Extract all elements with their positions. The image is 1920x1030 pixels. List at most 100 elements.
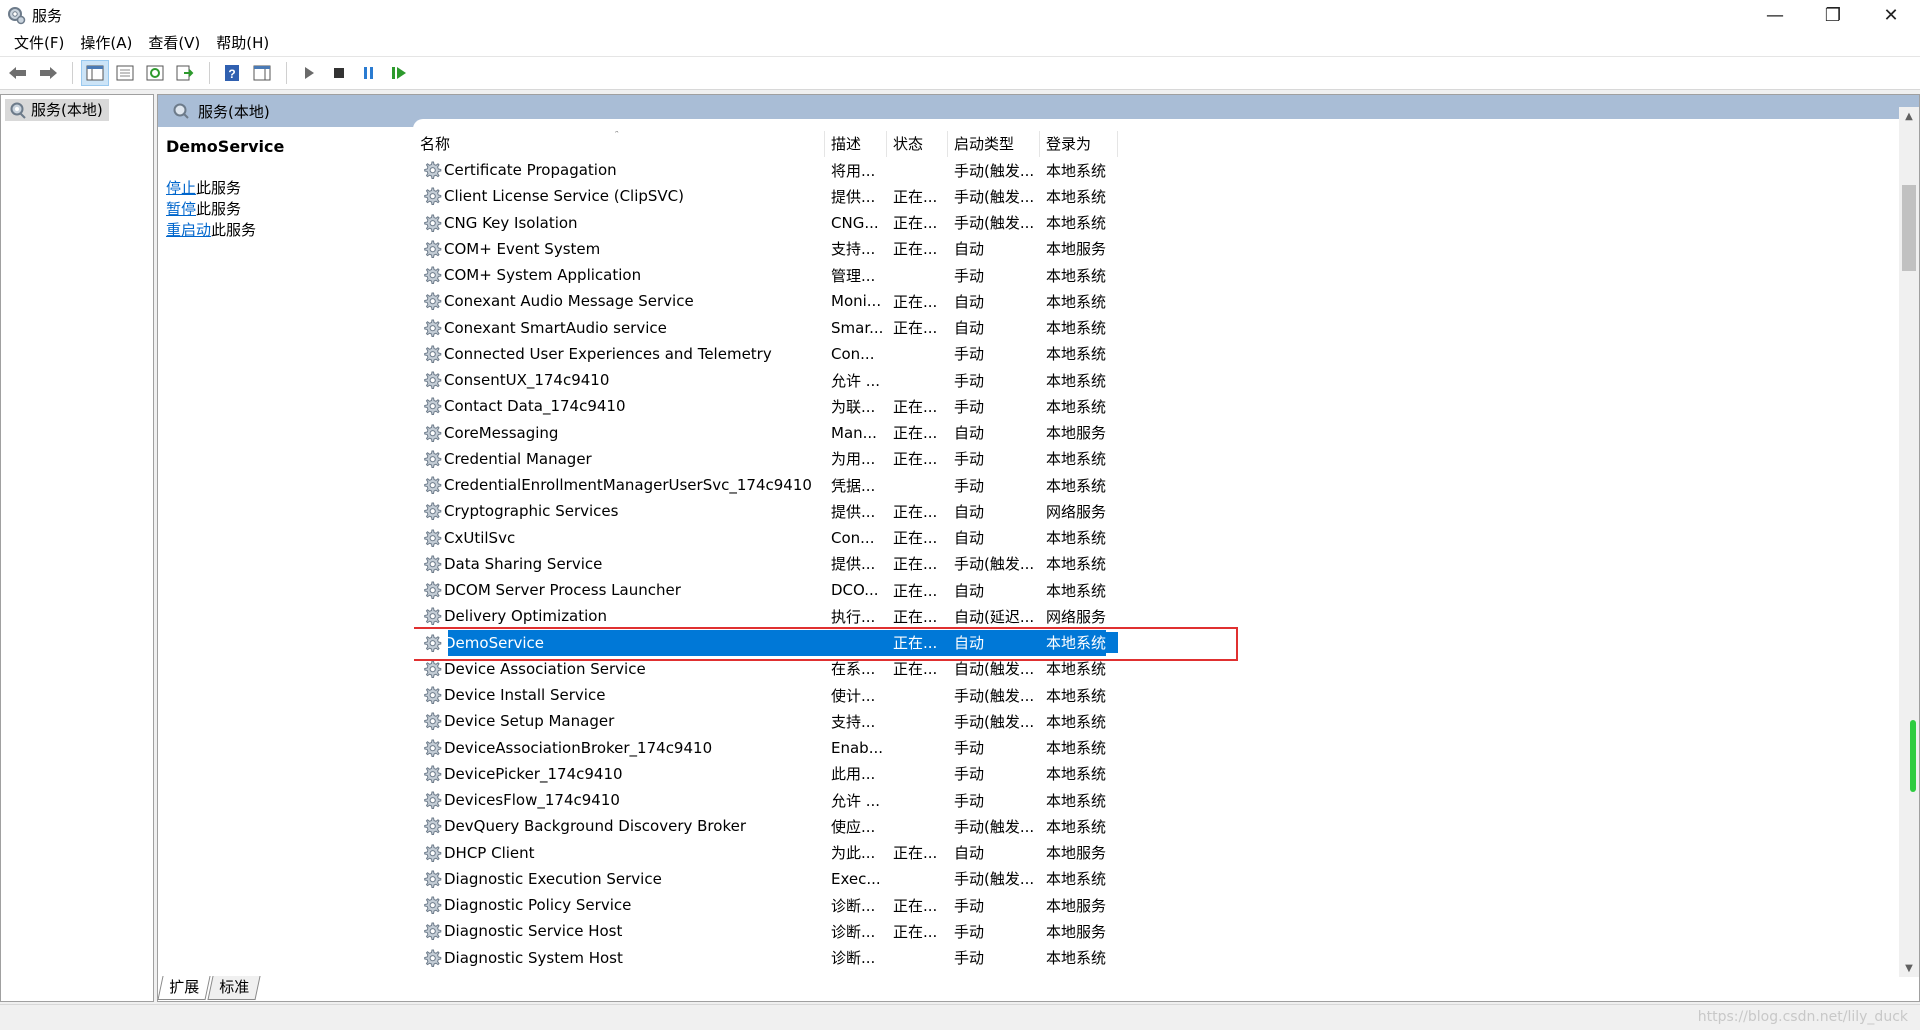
table-row[interactable]: CNG Key Isolation CNG... 正在... 手动(触发... 本地系统 <box>414 210 1894 236</box>
table-row[interactable]: Conexant Audio Message Service Moni... 正在.… <box>414 288 1894 314</box>
service-log-on-as: 本地系统 <box>1046 345 1107 364</box>
table-row[interactable]: Diagnostic Service Host 诊断... 正在... 手动 本地服务 <box>414 918 1894 944</box>
stop-service-suffix: 此服务 <box>196 179 242 197</box>
table-row[interactable]: Diagnostic Policy Service 诊断... 正在... 手动 本地服… <box>414 892 1894 918</box>
table-row[interactable]: DHCP Client 为此... 正在... 自动 本地服务 <box>414 840 1894 866</box>
service-startup-type: 自动 <box>954 844 985 863</box>
table-row[interactable]: Data Sharing Service 提供... 正在... 手动(触发... 本地… <box>414 551 1894 577</box>
service-log-on-as: 本地服务 <box>1046 424 1107 443</box>
service-log-on-as: 本地系统 <box>1046 870 1107 889</box>
service-status: 正在... <box>893 450 938 469</box>
table-row-selected[interactable]: DemoService 正在... 自动 本地系统 <box>414 626 1894 661</box>
scroll-up-icon[interactable]: ▲ <box>1899 107 1919 125</box>
service-description: Moni... <box>831 292 882 311</box>
column-header-log-on-as[interactable]: 登录为 <box>1040 131 1118 157</box>
table-row[interactable]: DCOM Server Process Launcher DCO... 正在... 自… <box>414 577 1894 603</box>
service-log-on-as: 本地系统 <box>1046 476 1107 495</box>
column-header-startup-type[interactable]: 启动类型 <box>948 131 1040 157</box>
tree-item-services-local[interactable]: 服务(本地) <box>5 99 109 121</box>
service-description: Exec... <box>831 869 881 888</box>
table-row[interactable]: DevQuery Background Discovery Broker 使应..… <box>414 813 1894 839</box>
pause-service-icon[interactable] <box>355 60 383 86</box>
service-name: CNG Key Isolation <box>444 213 578 232</box>
back-icon[interactable] <box>4 60 32 86</box>
scroll-down-icon[interactable]: ▼ <box>1899 959 1919 977</box>
menu-file[interactable]: 文件(F) <box>6 30 72 56</box>
menu-action[interactable]: 操作(A) <box>72 30 140 56</box>
tab-standard-label: 标准 <box>219 978 250 996</box>
service-details-panel: DemoService 停止此服务 暂停此服务 重启动此服务 <box>166 137 406 241</box>
help-icon[interactable]: ? <box>218 60 246 86</box>
service-name: Cryptographic Services <box>444 502 619 521</box>
service-name: Contact Data_174c9410 <box>444 397 626 416</box>
vertical-scrollbar[interactable]: ▲ ▼ <box>1899 107 1919 977</box>
stop-service-icon[interactable] <box>325 60 353 86</box>
selected-service-name: DemoService <box>166 137 285 156</box>
table-row[interactable]: Conexant SmartAudio service Smar... 正在... 自… <box>414 315 1894 341</box>
service-name-cell: Contact Data_174c9410 <box>414 396 825 416</box>
service-description: 凭据... <box>831 476 876 495</box>
service-name-cell: Certificate Propagation <box>414 160 825 180</box>
table-row[interactable]: Delivery Optimization 执行... 正在... 自动(延迟... 网… <box>414 603 1894 629</box>
service-description: 在系... <box>831 660 876 679</box>
table-row[interactable]: Device Install Service 使计... 手动(触发... 本地系统 <box>414 682 1894 708</box>
table-row[interactable]: Device Setup Manager 支持... 手动(触发... 本地系统 <box>414 708 1894 734</box>
table-row[interactable]: Cryptographic Services 提供... 正在... 自动 网络服务 <box>414 498 1894 524</box>
pause-service-suffix: 此服务 <box>196 200 242 218</box>
service-description: 允许 ... <box>831 791 881 810</box>
services-pane: 服务(本地) DemoService 停止此服务 暂停此服务 重启动此服务 名称… <box>157 94 1920 1002</box>
minimize-button[interactable]: — <box>1746 0 1804 30</box>
column-header-description[interactable]: 描述 <box>825 131 887 157</box>
restart-service-link[interactable]: 重启动 <box>166 221 211 239</box>
scrollbar-thumb[interactable] <box>1902 185 1916 271</box>
service-name-cell: Data Sharing Service <box>414 554 825 574</box>
table-row[interactable]: DeviceAssociationBroker_174c9410 Enab... 手… <box>414 735 1894 761</box>
show-hide-console-tree-icon[interactable] <box>81 60 109 86</box>
service-status: 正在... <box>893 292 938 311</box>
export-list-icon[interactable] <box>171 60 199 86</box>
table-row[interactable]: CredentialEnrollmentManagerUserSvc_174c9… <box>414 472 1894 498</box>
service-log-on-as: 本地系统 <box>1046 739 1107 758</box>
table-row[interactable]: Diagnostic System Host 诊断... 手动 本地系统 <box>414 945 1894 970</box>
pause-service-link[interactable]: 暂停 <box>166 200 196 218</box>
forward-icon[interactable] <box>34 60 62 86</box>
service-startup-type: 手动 <box>954 765 985 784</box>
window-title: 服务 <box>32 6 63 25</box>
start-service-icon[interactable] <box>295 60 323 86</box>
service-name: Credential Manager <box>444 449 592 468</box>
table-row[interactable]: Contact Data_174c9410 为联... 正在... 手动 本地系统 <box>414 393 1894 419</box>
close-button[interactable]: ✕ <box>1862 0 1920 30</box>
tab-extended[interactable]: 扩展 <box>157 976 211 1000</box>
refresh-icon[interactable] <box>141 60 169 86</box>
service-description: 允许 ... <box>831 371 881 390</box>
properties-icon[interactable] <box>111 60 139 86</box>
table-row[interactable]: DevicesFlow_174c9410 允许 ... 手动 本地系统 <box>414 787 1894 813</box>
column-header-status[interactable]: 状态 <box>887 131 948 157</box>
table-row[interactable]: Diagnostic Execution Service Exec... 手动(触发… <box>414 866 1894 892</box>
maximize-button[interactable]: ❐ <box>1804 0 1862 30</box>
table-row[interactable]: DevicePicker_174c9410 此用... 手动 本地系统 <box>414 761 1894 787</box>
table-row[interactable]: ConsentUX_174c9410 允许 ... 手动 本地系统 <box>414 367 1894 393</box>
tab-standard[interactable]: 标准 <box>207 976 261 1000</box>
menu-view[interactable]: 查看(V) <box>140 30 208 56</box>
service-gear-icon <box>424 844 442 862</box>
table-row[interactable]: Client License Service (ClipSVC) 提供... 正在.… <box>414 183 1894 209</box>
table-row[interactable]: COM+ Event System 支持... 正在... 自动 本地服务 <box>414 236 1894 262</box>
show-action-pane-icon[interactable] <box>248 60 276 86</box>
column-header-name[interactable]: 名称 <box>414 131 825 157</box>
service-gear-icon <box>424 634 442 652</box>
table-row[interactable]: COM+ System Application 管理... 手动 本地系统 <box>414 262 1894 288</box>
restart-service-icon[interactable] <box>385 60 413 86</box>
table-row[interactable]: Certificate Propagation 将用... 手动(触发... 本地系统 <box>414 157 1894 183</box>
service-name: DevicesFlow_174c9410 <box>444 791 620 810</box>
service-gear-icon <box>424 949 442 967</box>
table-row[interactable]: Connected User Experiences and Telemetry… <box>414 341 1894 367</box>
table-row[interactable]: Device Association Service 在系... 正在... 自动(触… <box>414 656 1894 682</box>
stop-service-link[interactable]: 停止 <box>166 179 196 197</box>
table-row[interactable]: Credential Manager 为用... 正在... 手动 本地系统 <box>414 446 1894 472</box>
services-rows: Certificate Propagation 将用... 手动(触发... 本地系统… <box>414 157 1894 969</box>
menu-help[interactable]: 帮助(H) <box>208 30 277 56</box>
table-row[interactable]: CxUtilSvc Con... 正在... 自动 本地系统 <box>414 525 1894 551</box>
table-row[interactable]: CoreMessaging Man... 正在... 自动 本地服务 <box>414 420 1894 446</box>
service-startup-type: 手动 <box>954 922 985 941</box>
